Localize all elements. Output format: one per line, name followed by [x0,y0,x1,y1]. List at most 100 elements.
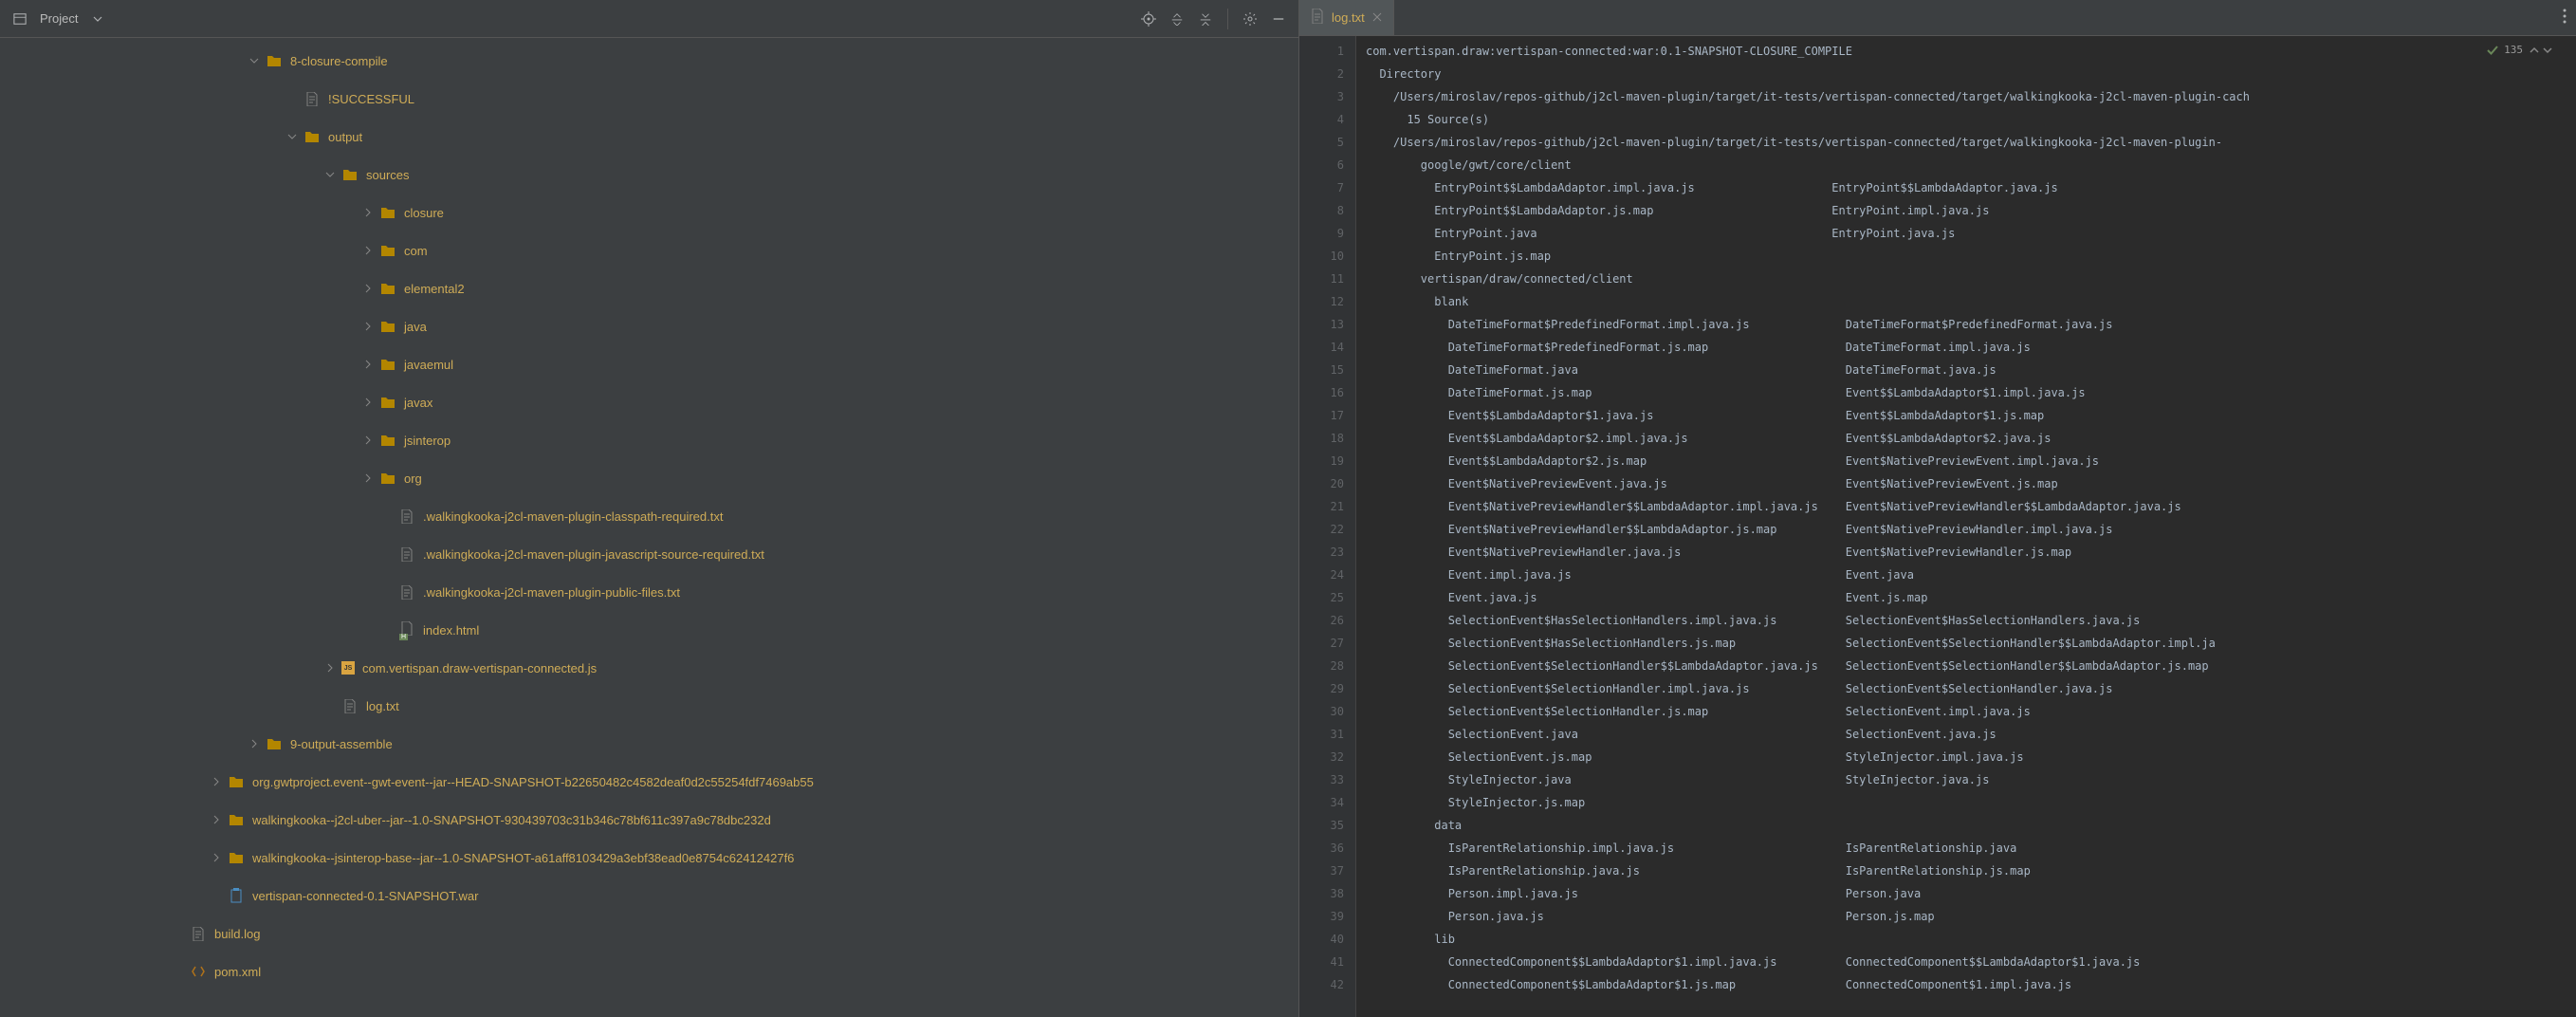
tree-item[interactable]: walkingkooka--j2cl-uber--jar--1.0-SNAPSH… [0,801,1298,839]
tree-item[interactable]: .walkingkooka-j2cl-maven-plugin-public-f… [0,573,1298,611]
line-number: 36 [1299,837,1344,860]
tree-arrow-icon[interactable] [360,319,376,334]
tree-arrow-icon[interactable] [209,812,224,827]
next-highlight-icon[interactable] [2542,45,2553,56]
close-icon[interactable] [1372,11,1382,25]
tree-arrow-icon[interactable] [360,205,376,220]
code-line: EntryPoint.java EntryPoint.java.js [1366,222,2576,245]
code-line: data [1366,814,2576,837]
tree-arrow-icon[interactable] [285,129,300,144]
tree-item-label: walkingkooka--j2cl-uber--jar--1.0-SNAPSH… [252,813,771,827]
file-icon [398,583,415,601]
tree-arrow-icon[interactable] [379,622,395,638]
project-toolbar: Project [0,0,1298,38]
tree-arrow-icon[interactable] [379,508,395,524]
tree-arrow-icon[interactable] [360,395,376,410]
tree-arrow-icon[interactable] [379,546,395,562]
code-line: IsParentRelationship.impl.java.js IsPare… [1366,837,2576,860]
tree-arrow-icon[interactable] [322,698,338,713]
tree-item[interactable]: !SUCCESSFUL [0,80,1298,118]
tree-arrow-icon[interactable] [209,774,224,789]
tree-item[interactable]: com [0,231,1298,269]
tree-item[interactable]: log.txt [0,687,1298,725]
tree-arrow-icon[interactable] [171,926,186,941]
tree-item[interactable]: .walkingkooka-j2cl-maven-plugin-javascri… [0,535,1298,573]
code-editor[interactable]: 135 123456789101112131415161718192021222… [1299,36,2576,1017]
tree-item[interactable]: jsinterop [0,421,1298,459]
tree-arrow-icon[interactable] [322,660,338,675]
collapse-all-icon[interactable] [1193,7,1218,31]
tree-item[interactable]: elemental2 [0,269,1298,307]
code-line: SelectionEvent$SelectionHandler$$LambdaA… [1366,655,2576,677]
editor-tab-log[interactable]: log.txt [1299,0,1394,35]
project-tree[interactable]: 8-closure-compile !SUCCESSFUL outputsource… [0,38,1298,1017]
project-view-icon[interactable] [8,7,32,31]
folder-icon [379,204,396,221]
tree-arrow-icon[interactable] [360,433,376,448]
tree-item-label: java [404,320,427,334]
tree-arrow-icon[interactable] [209,850,224,865]
prev-highlight-icon[interactable] [2529,45,2540,56]
tree-item-label: javaemul [404,358,453,372]
tree-item[interactable]: walkingkooka--jsinterop-base--jar--1.0-S… [0,839,1298,877]
tree-item[interactable]: 9-output-assemble [0,725,1298,763]
tree-item[interactable]: JScom.vertispan.draw-vertispan-connected… [0,649,1298,687]
code-line: blank [1366,290,2576,313]
tree-arrow-icon[interactable] [247,53,262,68]
tree-arrow-icon[interactable] [360,243,376,258]
tree-item[interactable]: javax [0,383,1298,421]
line-number: 42 [1299,973,1344,996]
tree-item[interactable]: closure [0,194,1298,231]
folder-icon [379,432,396,449]
tree-item[interactable]: sources [0,156,1298,194]
settings-icon[interactable] [1238,7,1262,31]
tree-item[interactable]: build.log [0,915,1298,952]
tree-arrow-icon[interactable] [379,584,395,600]
tree-item[interactable]: 8-closure-compile [0,42,1298,80]
tree-arrow-icon[interactable] [247,736,262,751]
editor-content[interactable]: com.vertispan.draw:vertispan-connected:w… [1356,36,2576,1017]
tree-item[interactable]: Hindex.html [0,611,1298,649]
tree-arrow-icon[interactable] [322,167,338,182]
hide-icon[interactable] [1266,7,1291,31]
folder-icon [379,394,396,411]
line-number: 7 [1299,176,1344,199]
tree-item[interactable]: .walkingkooka-j2cl-maven-plugin-classpat… [0,497,1298,535]
tree-arrow-icon[interactable] [360,281,376,296]
line-number: 41 [1299,951,1344,973]
file-icon [341,697,359,714]
tree-item[interactable]: org.gwtproject.event--gwt-event--jar--HE… [0,763,1298,801]
line-number: 38 [1299,882,1344,905]
code-line: StyleInjector.js.map [1366,791,2576,814]
tree-arrow-icon[interactable] [171,964,186,979]
tree-arrow-icon[interactable] [209,888,224,903]
project-view-dropdown-icon[interactable] [85,7,110,31]
line-number: 4 [1299,108,1344,131]
tree-item[interactable]: javaemul [0,345,1298,383]
tree-item-label: !SUCCESSFUL [328,92,414,106]
line-number: 24 [1299,564,1344,586]
line-number: 20 [1299,472,1344,495]
tree-item-label: walkingkooka--jsinterop-base--jar--1.0-S… [252,851,794,865]
code-line: SelectionEvent.js.map StyleInjector.impl… [1366,746,2576,768]
tree-item[interactable]: vertispan-connected-0.1-SNAPSHOT.war [0,877,1298,915]
tree-arrow-icon[interactable] [360,357,376,372]
line-number: 17 [1299,404,1344,427]
tree-arrow-icon[interactable] [360,471,376,486]
tree-arrow-icon[interactable] [285,91,300,106]
code-line: Directory [1366,63,2576,85]
tree-item[interactable]: pom.xml [0,952,1298,990]
tree-item[interactable]: java [0,307,1298,345]
tab-menu-icon[interactable] [2553,9,2576,27]
line-number: 6 [1299,154,1344,176]
code-line: com.vertispan.draw:vertispan-connected:w… [1366,40,2576,63]
tree-item-label: elemental2 [404,282,465,296]
line-number: 10 [1299,245,1344,268]
locate-icon[interactable] [1136,7,1161,31]
code-line: Event.impl.java.js Event.java [1366,564,2576,586]
tree-item[interactable]: output [0,118,1298,156]
tree-item[interactable]: org [0,459,1298,497]
code-line: EntryPoint$$LambdaAdaptor.js.map EntryPo… [1366,199,2576,222]
inspection-widget[interactable]: 135 [2487,44,2553,56]
expand-all-icon[interactable] [1165,7,1189,31]
